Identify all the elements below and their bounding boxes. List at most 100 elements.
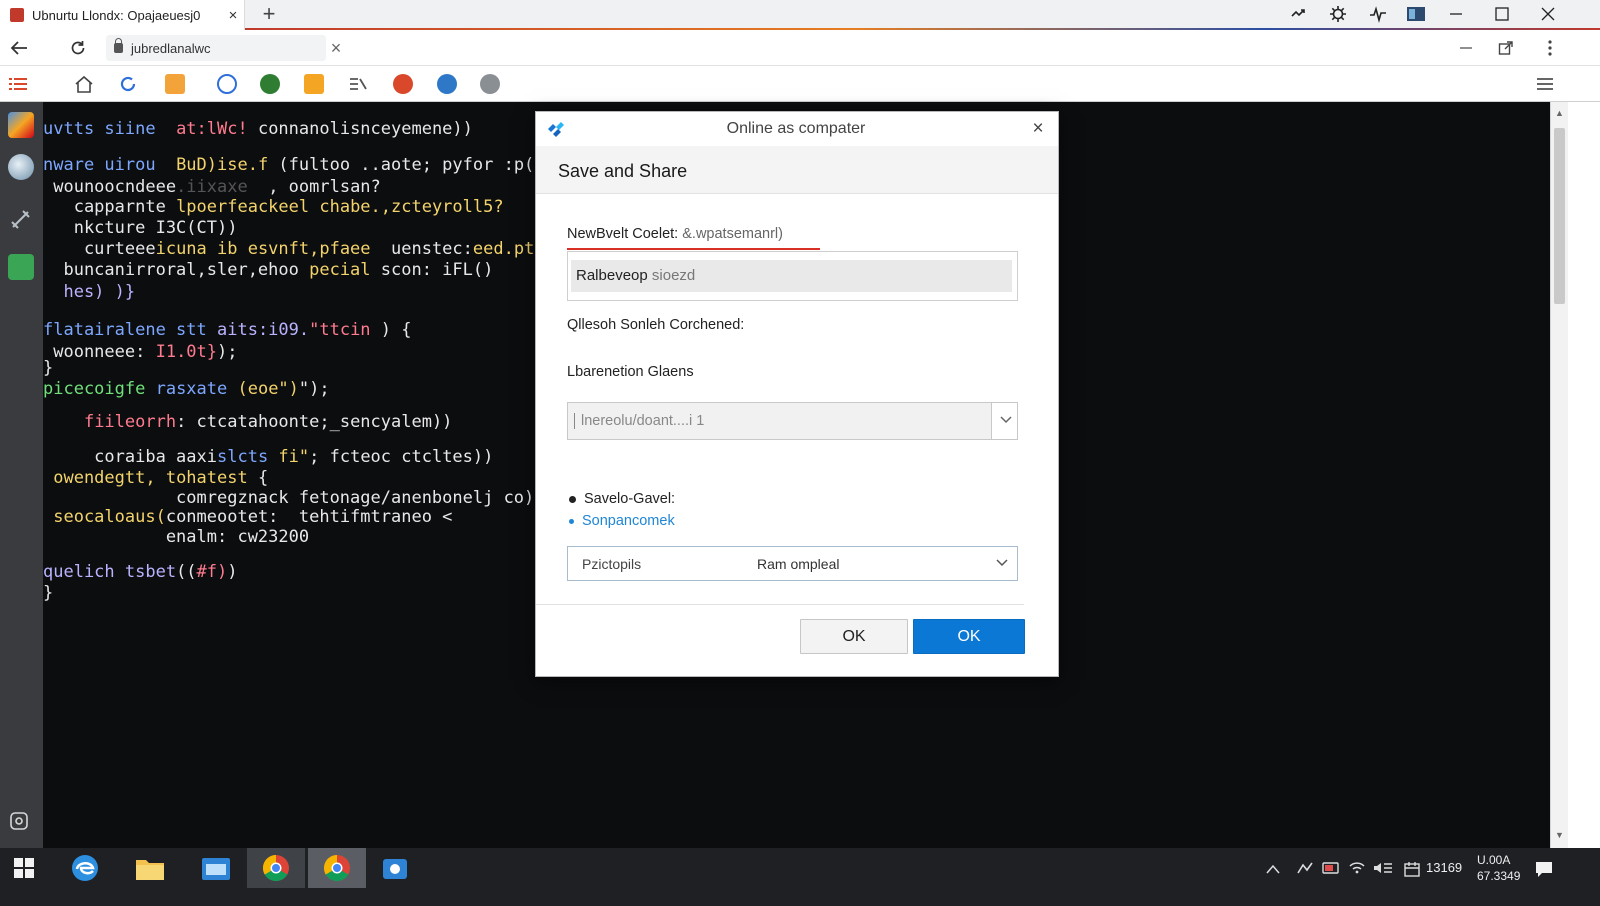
filename-input-value[interactable]: Ralbeveop sioezd	[571, 260, 1012, 292]
brave-bookmark-icon[interactable]	[393, 74, 413, 94]
scroll-up-icon[interactable]: ▲	[1551, 108, 1568, 118]
files-app-icon[interactable]	[187, 848, 245, 888]
dialog-heading: Save and Share	[558, 161, 688, 181]
location-dropdown-arrow[interactable]	[991, 403, 1017, 439]
browser-tab[interactable]: Ubnurtu Llondx: Opajaeuesj0 ×	[0, 0, 245, 30]
radio-sonpancomek-label: Sonpancomek	[582, 513, 675, 529]
code-line[interactable]: curteeeicuna ib esvnft,pfaee uenstec:eed…	[43, 239, 555, 259]
wifi-tray-icon[interactable]	[1348, 861, 1366, 878]
hamburger-menu-icon[interactable]	[8, 74, 28, 94]
code-line[interactable]: picecoigfe rasxate (eoe")");	[43, 379, 330, 399]
clear-address-icon[interactable]: ×	[322, 34, 350, 62]
code-line[interactable]: owendegtt, tohatest {	[43, 468, 268, 488]
notifications-icon[interactable]	[1534, 859, 1554, 882]
shield-bookmark-icon[interactable]	[260, 74, 280, 94]
start-windows-icon[interactable]	[0, 848, 48, 888]
bookmarks-bar	[0, 66, 1600, 102]
new-tab-button[interactable]: +	[256, 2, 282, 26]
code-line[interactable]: wounoocndeee.iixaxe , oomrlsan?	[43, 177, 381, 197]
store-app-icon[interactable]	[366, 848, 424, 888]
translate-bookmark-icon[interactable]	[165, 74, 185, 94]
date-line-1: U.00A	[1477, 853, 1511, 867]
tray-time: 13169	[1426, 860, 1463, 875]
cube-app-icon[interactable]	[8, 112, 34, 138]
code-line[interactable]: seocaloaus(conmeootet: tehtifmtraneo <	[43, 507, 452, 527]
folder-bookmark-icon[interactable]	[304, 74, 324, 94]
export-app-icon[interactable]	[8, 254, 34, 280]
battery-tray-icon[interactable]	[1322, 861, 1340, 878]
sidebar-panel-icon[interactable]	[1396, 0, 1436, 28]
file-explorer-icon[interactable]	[121, 848, 179, 888]
google-bookmark-icon[interactable]	[217, 74, 237, 94]
minimize-window-icon[interactable]	[1436, 0, 1476, 28]
radio-save-gavel[interactable]: Savelo-Gavel:	[569, 491, 675, 507]
code-token: , oomrlsan?	[257, 177, 381, 197]
code-line[interactable]: buncanirroral,sler,ehoo pecial scon: iFL…	[43, 260, 493, 280]
code-line[interactable]: nkcture I3C(CT))	[43, 218, 238, 238]
telegram-bookmark-icon[interactable]	[437, 74, 457, 94]
code-line[interactable]: comregznack fetonage/anenbonelj co)f(	[43, 488, 555, 508]
code-token: (fultoo ..aote; pyfor :p(;s	[278, 155, 555, 175]
globe-app-icon[interactable]	[8, 154, 34, 180]
code-token: ; fcteoc ctcltes))	[309, 447, 494, 467]
tray-date[interactable]: U.00A 67.3349	[1477, 852, 1527, 884]
code-token: );	[217, 342, 238, 362]
cancel-button[interactable]: OK	[800, 619, 908, 654]
activity-pulse-icon[interactable]	[1358, 0, 1398, 28]
share-page-icon[interactable]	[1492, 34, 1520, 62]
scrollbar-thumb[interactable]	[1554, 128, 1565, 304]
check-bookmark-icon[interactable]	[480, 74, 500, 94]
chrome-second-icon[interactable]	[308, 848, 366, 888]
code-token: buncanirroral,sler,ehoo	[43, 260, 310, 280]
calendar-tray-icon[interactable]	[1404, 861, 1420, 880]
dialog-title: Online as compater	[726, 120, 866, 137]
bookmarks-menu-icon[interactable]	[1535, 74, 1555, 94]
code-line[interactable]: woonneee: I1.0t});	[43, 342, 238, 362]
edge-browser-icon[interactable]	[56, 848, 114, 888]
volume-tray-icon[interactable]	[1372, 861, 1394, 878]
extension-puzzle-icon[interactable]	[1278, 0, 1318, 28]
code-line[interactable]: coraiba aaxislcts fi"; fcteoc ctcltes))	[43, 447, 493, 467]
tab-close-icon[interactable]: ×	[222, 7, 244, 24]
dialog-close-icon[interactable]: ×	[1026, 117, 1050, 141]
refresh-bookmark-icon[interactable]	[118, 74, 138, 94]
settings-dock-icon[interactable]	[8, 810, 34, 836]
taskbar: 13169 U.00A 67.3349	[0, 848, 1600, 906]
code-line[interactable]: }	[43, 358, 53, 378]
tray-expand-icon[interactable]	[1266, 861, 1280, 877]
code-line[interactable]: uvtts siine at:lWc! connanolisnceyemene)…	[43, 119, 473, 139]
filename-input[interactable]: Ralbeveop sioezd	[567, 251, 1018, 301]
date-line-2: 67.3349	[1477, 869, 1521, 883]
chrome-icon[interactable]	[247, 848, 305, 888]
network-tray-icon[interactable]	[1296, 861, 1314, 878]
code-line[interactable]: hes) )}	[43, 282, 135, 302]
more-options-icon[interactable]	[1536, 34, 1564, 62]
address-bar[interactable]: jubredlanalwc	[106, 35, 326, 61]
scroll-down-icon[interactable]: ▼	[1551, 830, 1568, 840]
code-line[interactable]: quelich tsbet((#f))	[43, 562, 238, 582]
code-line[interactable]: capparnte lpoerfeackeel chabe.,zcteyroll…	[43, 197, 504, 217]
code-line[interactable]: nware uirou BuD)ise.f (fultoo ..aote; py…	[43, 155, 555, 175]
code-token: woonneee:	[43, 342, 156, 362]
chevron-down-icon[interactable]	[996, 559, 1008, 567]
vertical-scrollbar[interactable]: ▲ ▼	[1550, 102, 1568, 848]
reload-icon[interactable]	[64, 34, 92, 62]
code-line[interactable]: flatairalene stt aits:i09."ttcin ) {	[43, 320, 412, 340]
home-icon[interactable]	[74, 74, 94, 94]
code-token: flatairalene stt	[43, 320, 217, 340]
zoom-out-icon[interactable]	[1452, 34, 1480, 62]
code-line[interactable]: enalm: cw23200	[43, 527, 309, 547]
reader-bookmark-icon[interactable]	[348, 74, 368, 94]
settings-gear-icon[interactable]	[1318, 0, 1358, 28]
code-token: (eoe")	[237, 379, 299, 399]
close-window-icon[interactable]	[1528, 0, 1568, 28]
code-line[interactable]: }	[43, 583, 53, 603]
tools-app-icon[interactable]	[8, 206, 34, 232]
maximize-window-icon[interactable]	[1482, 0, 1522, 28]
ok-button[interactable]: OK	[913, 619, 1025, 654]
format-dropdown[interactable]: Pzictopils Ram ompleal	[567, 546, 1018, 581]
back-arrow-icon[interactable]	[5, 34, 33, 62]
radio-sonpancomek[interactable]: Sonpancomek	[569, 513, 675, 529]
code-line[interactable]: fiileorrh: ctcatahoonte;_sencyalem))	[43, 412, 452, 432]
location-dropdown[interactable]: lnereolu/doant....i 1	[567, 402, 1018, 440]
